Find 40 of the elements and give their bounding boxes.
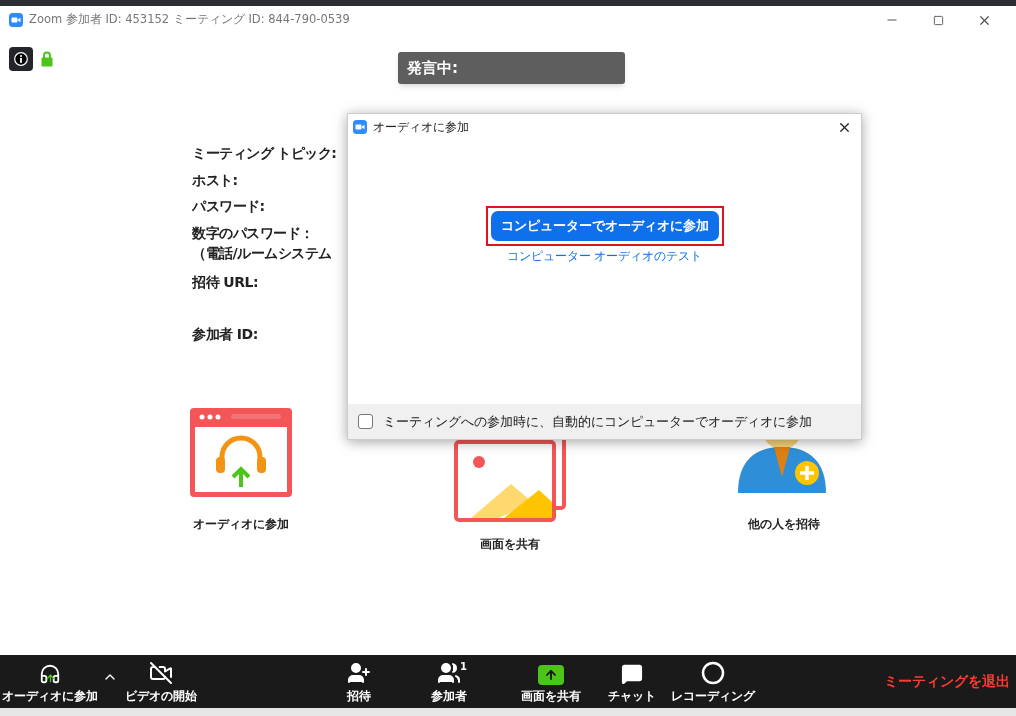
- maximize-icon: [932, 14, 944, 26]
- action-label[interactable]: オーディオに参加: [193, 515, 289, 533]
- info-label: （電話/ルームシステム: [192, 244, 332, 263]
- test-audio-link[interactable]: コンピューター オーディオのテスト: [506, 247, 703, 265]
- info-button[interactable]: [9, 47, 33, 71]
- record-icon: [701, 661, 725, 685]
- toolbar-button[interactable]: チャット: [602, 655, 662, 708]
- camera-logo-icon: [9, 13, 23, 27]
- share-screen-icon: [538, 665, 564, 685]
- leave-meeting-button[interactable]: ミーティングを退出: [878, 655, 1016, 708]
- users-icon: [437, 661, 461, 685]
- headphones-icon: [39, 663, 61, 685]
- chat-bubble-icon: [621, 663, 643, 685]
- info-label: パスワード:: [192, 197, 265, 216]
- info-icon: [14, 52, 28, 66]
- info-label: 参加者 ID:: [192, 325, 258, 344]
- join-computer-audio-button[interactable]: コンピューターでオーディオに参加: [490, 211, 719, 241]
- action-label[interactable]: 他の人を招待: [748, 515, 820, 533]
- info-label: 招待 URL:: [192, 273, 259, 292]
- count-label: 1: [460, 660, 467, 674]
- auto-join-label: ミーティングへの参加時に、自動的にコンピューターでオーディオに参加: [383, 412, 812, 431]
- window-title: Zoom 参加者 ID: 453152 ミーティング ID: 844-790-0539: [29, 11, 350, 29]
- headphones-window-icon[interactable]: [189, 407, 293, 499]
- info-label: ホスト:: [192, 171, 238, 190]
- toolbar-button[interactable]: 参加者 1: [414, 655, 484, 708]
- toolbar-button[interactable]: レコーディング: [668, 655, 758, 708]
- action-label[interactable]: 画面を共有: [480, 535, 540, 553]
- video-off-icon: [149, 661, 173, 685]
- toolbar-button[interactable]: 画面を共有: [506, 655, 596, 708]
- auto-join-checkbox[interactable]: [358, 414, 373, 429]
- toolbar-button[interactable]: 招待: [329, 655, 389, 708]
- dialog-title: オーディオに参加: [373, 119, 469, 136]
- speaker-label: 発言中:: [407, 57, 458, 79]
- info-label: ミーティング トピック:: [192, 144, 337, 163]
- camera-logo-icon: [353, 120, 367, 134]
- lock-icon[interactable]: [41, 51, 53, 67]
- toolbar-button[interactable]: ビデオの開始: [120, 655, 202, 708]
- info-label: 数字のパスワード：: [192, 224, 314, 243]
- user-plus-icon: [347, 661, 371, 685]
- toolbar-button[interactable]: オーディオに参加: [0, 655, 100, 708]
